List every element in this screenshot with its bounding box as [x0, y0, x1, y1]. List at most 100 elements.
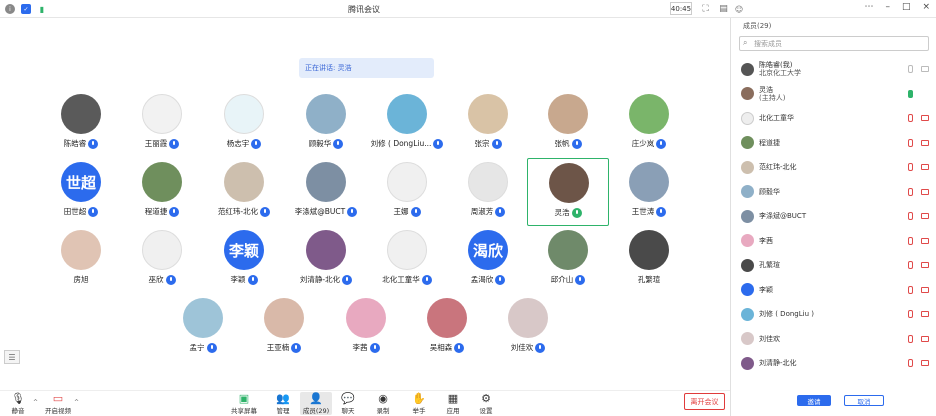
- member-subtitle: 北京化工大学: [759, 69, 801, 77]
- video-button[interactable]: ▭ 开启视频: [42, 392, 74, 415]
- member-mic-icon[interactable]: [908, 65, 913, 73]
- participant-tile[interactable]: 庄少岚: [608, 90, 690, 158]
- participant-tile[interactable]: 程道捷: [121, 158, 203, 226]
- raise-hand-button[interactable]: ✋ 举手: [403, 392, 435, 415]
- member-mic-icon[interactable]: [908, 89, 913, 98]
- meeting-duration: 40:45: [670, 2, 692, 15]
- member-mic-icon[interactable]: [908, 334, 913, 343]
- member-mic-icon[interactable]: [908, 359, 913, 367]
- member-list-item[interactable]: 北化工童华: [741, 108, 931, 128]
- member-video-icon[interactable]: [921, 311, 929, 317]
- member-list-item[interactable]: 灵浩 (主持人): [741, 84, 931, 104]
- participant-tile[interactable]: 巫欣: [121, 226, 203, 294]
- participant-tile[interactable]: 李颖 李颖: [203, 226, 285, 294]
- member-video-icon[interactable]: [921, 286, 929, 293]
- participant-tile[interactable]: 邱介山: [527, 226, 609, 294]
- participant-tile[interactable]: 渴欣 孟渴欣: [447, 226, 529, 294]
- member-list-item[interactable]: 李茜: [741, 231, 931, 251]
- member-list-item[interactable]: 李颖: [741, 280, 931, 300]
- member-mic-icon[interactable]: [908, 236, 913, 245]
- member-text: 李涤斌@BUCT: [759, 212, 806, 220]
- member-video-icon[interactable]: [921, 188, 929, 195]
- member-list-item[interactable]: 程道捷: [741, 133, 931, 153]
- share-screen-button[interactable]: ▣ 共享屏幕: [228, 392, 260, 415]
- more-icon[interactable]: ⋯: [864, 2, 873, 12]
- close-icon[interactable]: ×: [922, 2, 930, 12]
- participant-tile[interactable]: 李涤斌@BUCT: [285, 158, 367, 226]
- participant-avatar: [387, 94, 427, 134]
- member-mic-icon[interactable]: [908, 187, 913, 196]
- apps-button[interactable]: ▦ 应用: [437, 392, 469, 415]
- member-mic-icon[interactable]: [908, 310, 913, 318]
- participant-tile[interactable]: 刘清静-北化: [285, 226, 367, 294]
- participant-tile[interactable]: 张宗: [447, 90, 529, 158]
- member-text: 北化工童华: [759, 114, 794, 122]
- member-list-item[interactable]: 陈皓睿(我) 北京化工大学: [741, 59, 931, 79]
- participant-tile[interactable]: 灵浩: [527, 158, 609, 226]
- member-video-icon[interactable]: [921, 237, 929, 244]
- member-mic-icon[interactable]: [908, 261, 913, 269]
- participant-tile[interactable]: 王亚楠: [243, 294, 325, 362]
- member-video-icon[interactable]: [921, 360, 929, 366]
- participant-tile[interactable]: 张帆: [527, 90, 609, 158]
- participant-tile[interactable]: 顾毅华: [285, 90, 367, 158]
- participant-tile[interactable]: 刘佳欢: [487, 294, 569, 362]
- participant-tile[interactable]: 周淑芳: [447, 158, 529, 226]
- list-toggle-icon[interactable]: ☰: [4, 350, 20, 364]
- member-mic-icon[interactable]: [908, 163, 913, 171]
- member-video-icon[interactable]: [921, 262, 929, 268]
- member-mic-icon[interactable]: [908, 114, 913, 122]
- participant-tile[interactable]: 吴相森: [406, 294, 488, 362]
- invite-button[interactable]: 邀请: [797, 395, 831, 406]
- member-list-item[interactable]: 刘佳欢: [741, 329, 931, 349]
- participant-tile[interactable]: 孔繁瑄: [608, 226, 690, 294]
- member-video-icon[interactable]: [921, 213, 929, 219]
- member-list-item[interactable]: 孔繁瑄: [741, 255, 931, 275]
- member-mic-icon[interactable]: [908, 285, 913, 294]
- participant-tile[interactable]: 房旭: [40, 226, 122, 294]
- member-list-item[interactable]: 顾毅华: [741, 182, 931, 202]
- video-options-icon[interactable]: ^: [74, 399, 79, 406]
- member-video-icon[interactable]: [921, 115, 929, 121]
- participant-tile[interactable]: 王世涛: [608, 158, 690, 226]
- fullscreen-icon[interactable]: ⛶: [700, 3, 711, 14]
- chat-button[interactable]: 💬 聊天: [332, 392, 364, 415]
- member-mic-icon[interactable]: [908, 138, 913, 147]
- member-list-item[interactable]: 刘修 ( DongLiu ): [741, 304, 931, 324]
- mute-button[interactable]: 🎙 静音: [2, 392, 34, 415]
- member-list-item[interactable]: 刘清静-北化: [741, 353, 931, 373]
- participant-name: 庄少岚: [631, 139, 655, 148]
- member-video-icon[interactable]: [921, 66, 929, 72]
- maximize-icon[interactable]: □: [902, 2, 911, 12]
- manage-button[interactable]: 👥 管理: [267, 392, 299, 415]
- participant-tile[interactable]: 李茜: [325, 294, 407, 362]
- minimize-icon[interactable]: –: [885, 2, 890, 12]
- microphone-icon: [421, 274, 432, 285]
- leave-meeting-button[interactable]: 离开会议: [684, 393, 725, 410]
- members-button[interactable]: 👤 成员(29): [300, 392, 332, 415]
- participant-tile[interactable]: 王丽霞: [121, 90, 203, 158]
- cancel-button[interactable]: 取消: [844, 395, 884, 406]
- record-button[interactable]: ◉ 录制: [367, 392, 399, 415]
- participant-tile[interactable]: 孟宁: [162, 294, 244, 362]
- member-video-icon[interactable]: [921, 139, 929, 146]
- member-list-item[interactable]: 范红玮-北化: [741, 157, 931, 177]
- member-search-input[interactable]: ⌕ 搜索成员: [739, 36, 929, 51]
- participant-tile[interactable]: 杨志宇: [203, 90, 285, 158]
- participant-name-row: 顾毅华: [285, 138, 367, 149]
- participant-tile[interactable]: 刘修 ( DongLiu...: [366, 90, 448, 158]
- participant-tile[interactable]: 王娜: [366, 158, 448, 226]
- layout-icon[interactable]: ▤: [718, 3, 729, 14]
- settings-button[interactable]: ⚙ 设置: [470, 392, 502, 415]
- participant-name: 李茜: [352, 343, 368, 352]
- member-video-icon[interactable]: [921, 335, 929, 342]
- mute-options-icon[interactable]: ^: [33, 399, 38, 406]
- member-mic-icon[interactable]: [908, 212, 913, 220]
- microphone-icon: [433, 138, 444, 149]
- participant-tile[interactable]: 陈皓睿: [40, 90, 122, 158]
- member-list-item[interactable]: 李涤斌@BUCT: [741, 206, 931, 226]
- participant-tile[interactable]: 范红玮-北化: [203, 158, 285, 226]
- participant-tile[interactable]: 北化工童华: [366, 226, 448, 294]
- member-video-icon[interactable]: [921, 164, 929, 170]
- participant-tile[interactable]: 世超 田世超: [40, 158, 122, 226]
